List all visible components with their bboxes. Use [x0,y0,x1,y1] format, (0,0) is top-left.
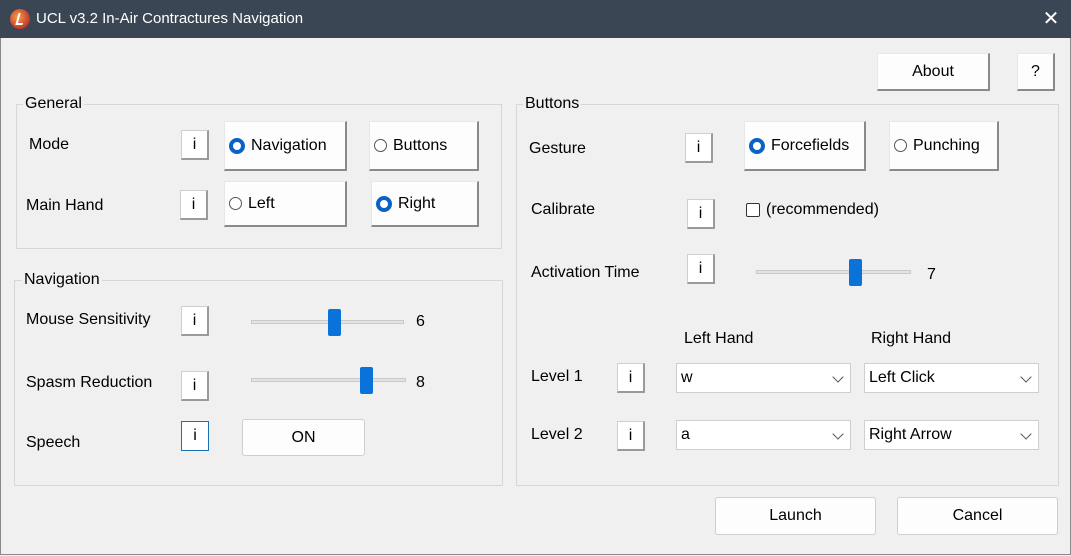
mode-label: Mode [29,136,70,153]
title-bar: UCL v3.2 In-Air Contractures Navigation … [0,0,1071,38]
speech-label: Speech [26,434,81,451]
radio-unselected-icon [374,139,387,152]
left-hand-header: Left Hand [684,330,754,347]
gesture-label: Gesture [529,140,586,157]
app-icon [10,9,30,29]
mode-buttons-radio[interactable]: Buttons [369,121,479,171]
calibrate-info-button[interactable]: i [687,199,715,229]
gesture-punching-label: Punching [913,136,980,154]
hand-right-label: Right [398,194,436,212]
chevron-down-icon [832,428,844,440]
radio-unselected-icon [229,197,242,210]
radio-unselected-icon [894,139,907,152]
chevron-down-icon [1020,428,1032,440]
spasm-reduction-slider-thumb[interactable] [360,367,373,394]
buttons-legend: Buttons [523,95,582,113]
activation-time-slider[interactable] [756,270,911,274]
spasm-reduction-label: Spasm Reduction [26,374,153,391]
general-legend: General [23,95,84,113]
level-2-info-button[interactable]: i [617,421,645,451]
right-hand-header: Right Hand [871,330,952,347]
radio-selected-icon [229,137,245,154]
hand-left-radio[interactable]: Left [224,181,347,227]
level-2-right-select[interactable]: Right Arrow [864,420,1039,450]
activation-time-info-button[interactable]: i [687,254,715,284]
level-1-right-select[interactable]: Left Click [864,363,1039,393]
chevron-down-icon [832,371,844,383]
hand-right-radio[interactable]: Right [371,181,479,227]
mouse-sensitivity-label: Mouse Sensitivity [26,311,151,328]
mouse-sensitivity-info-button[interactable]: i [181,306,209,336]
speech-info-button[interactable]: i [181,421,209,451]
launch-button[interactable]: Launch [715,497,876,535]
mouse-sensitivity-slider-thumb[interactable] [328,309,341,336]
calibrate-label: Calibrate [531,201,596,218]
gesture-forcefields-label: Forcefields [771,136,850,154]
level-2-left-value: a [681,426,690,443]
main-hand-info-button[interactable]: i [180,190,208,220]
checkbox-unchecked-icon [746,203,760,217]
close-icon[interactable]: ✕ [1040,6,1062,32]
activation-time-slider-thumb[interactable] [849,259,862,286]
calibrate-checkbox-label: (recommended) [766,201,879,218]
mode-navigation-label: Navigation [251,136,327,154]
cancel-button[interactable]: Cancel [897,497,1058,535]
gesture-forcefields-radio[interactable]: Forcefields [744,121,866,171]
level-2-right-value: Right Arrow [869,426,952,443]
navigation-legend: Navigation [22,271,102,289]
chevron-down-icon [1020,371,1032,383]
main-hand-label: Main Hand [26,197,104,214]
level-1-right-value: Left Click [869,369,935,386]
speech-toggle-button[interactable]: ON [242,419,365,456]
mode-info-button[interactable]: i [181,130,209,160]
activation-time-label: Activation Time [531,264,640,281]
spasm-reduction-info-button[interactable]: i [181,371,209,401]
help-button[interactable]: ? [1017,53,1055,91]
level-2-label: Level 2 [531,426,583,443]
calibrate-checkbox[interactable]: (recommended) [746,201,879,219]
mode-navigation-radio[interactable]: Navigation [224,121,347,171]
gesture-info-button[interactable]: i [685,133,713,163]
radio-selected-icon [749,137,765,154]
level-1-left-value: w [681,369,693,386]
gesture-punching-radio[interactable]: Punching [889,121,999,171]
about-button[interactable]: About [877,53,990,91]
radio-selected-icon [376,195,392,212]
level-1-info-button[interactable]: i [617,363,645,393]
activation-time-value: 7 [927,266,936,283]
level-1-left-select[interactable]: w [676,363,851,393]
hand-left-label: Left [248,194,275,212]
window-title: UCL v3.2 In-Air Contractures Navigation [36,10,304,27]
level-1-label: Level 1 [531,368,583,385]
spasm-reduction-value: 8 [416,374,425,391]
mouse-sensitivity-value: 6 [416,313,425,330]
level-2-left-select[interactable]: a [676,420,851,450]
mode-buttons-label: Buttons [393,136,448,154]
spasm-reduction-slider[interactable] [251,378,406,382]
